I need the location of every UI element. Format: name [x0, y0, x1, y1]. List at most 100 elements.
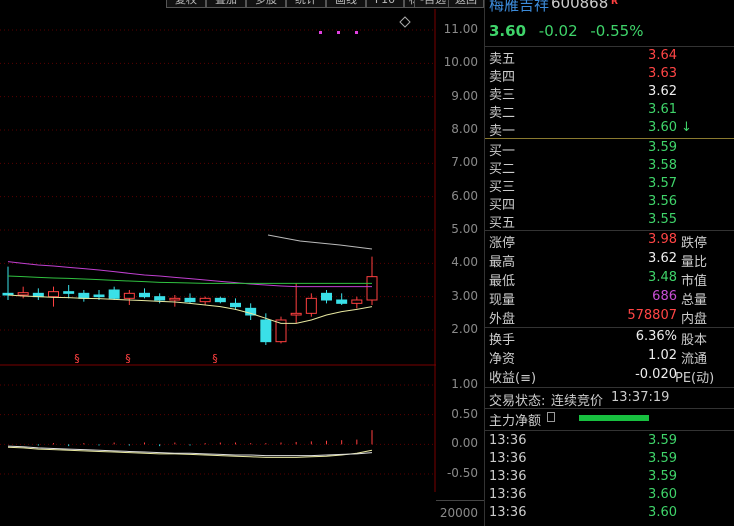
candle-body	[154, 296, 166, 301]
macd-chart[interactable]	[0, 366, 436, 492]
bid-price: 3.56	[648, 194, 677, 209]
remove-watchlist-button[interactable]: -自选	[414, 0, 452, 8]
ma-green-line	[7, 275, 372, 284]
candle-body	[260, 319, 272, 343]
tick-row: 13:36 3.60	[485, 486, 734, 504]
main-net-row[interactable]: 主力净额	[485, 409, 734, 429]
ask-row-2[interactable]: 卖二 3.61	[485, 101, 734, 121]
bid-row-3[interactable]: 买三 3.57	[485, 175, 734, 195]
limit-up-label: 涨停	[489, 236, 516, 251]
limit-down-label: 跌停	[681, 236, 708, 251]
price-change: -0.02	[538, 22, 578, 40]
ask-row-5[interactable]: 卖五 3.64	[485, 47, 734, 67]
axis-tick: 20000	[439, 506, 478, 520]
signal-dot	[319, 31, 322, 34]
ma-long-line	[267, 234, 373, 250]
fq-button[interactable]: 复权	[166, 0, 206, 8]
kline-chart[interactable]: § § §	[0, 9, 436, 366]
overlay-button[interactable]: 叠加	[206, 0, 246, 8]
candle-body	[63, 291, 75, 294]
status-label: 交易状态:	[489, 394, 546, 409]
pe-label: PE(动)	[675, 371, 715, 386]
axis-tick: 0.00	[451, 436, 478, 451]
tick-row: 13:36 3.59	[485, 468, 734, 486]
axis-tick: 5.00	[451, 222, 478, 236]
signal-dot	[355, 31, 358, 34]
ask-price: 3.60	[648, 120, 677, 135]
price-axis: 11.00 10.00 9.00 8.00 7.00 6.00 5.00 4.00 3.00 2.…	[436, 9, 484, 526]
low-row: 最低 3.48 市值	[485, 269, 734, 289]
candle-body	[366, 276, 378, 301]
ask-row-1[interactable]: 卖一 3.60 ↓	[485, 119, 734, 139]
eps-label: 收益(≡)	[489, 371, 537, 386]
tick-row: 13:36 3.59	[485, 432, 734, 450]
bid-row-1[interactable]: 买一 3.59	[485, 139, 734, 159]
axis-tick: 9.00	[451, 88, 478, 103]
candle-body	[108, 289, 120, 299]
list-icon[interactable]	[547, 412, 555, 422]
tick-time: 13:36	[489, 487, 527, 502]
bid-row-2[interactable]: 买二 3.58	[485, 157, 734, 177]
down-arrow-icon: ↓	[681, 120, 692, 135]
diamond-icon	[399, 16, 411, 28]
net-asset-row: 净资 1.02 流通	[485, 347, 734, 367]
bid-price: 3.57	[648, 176, 677, 191]
current-label: 现量	[489, 293, 516, 308]
float-label: 流通	[681, 352, 708, 367]
ask-price: 3.62	[648, 84, 677, 99]
outer-label: 外盘	[489, 312, 516, 327]
limit-row: 涨停 3.98 跌停	[485, 231, 734, 251]
multi-stock-button[interactable]: 多股	[246, 0, 286, 8]
tick-row: 13:36 3.59	[485, 450, 734, 468]
bid-row-5[interactable]: 买五 3.55	[485, 211, 734, 231]
tick-price: 3.59	[648, 433, 677, 448]
back-button[interactable]: 返回	[448, 0, 484, 8]
turnover-row: 换手 6.36% 股本	[485, 328, 734, 348]
vol-ratio-label: 量比	[681, 255, 708, 270]
stock-name[interactable]: 梅雁吉祥	[489, 0, 549, 15]
net-asset-label: 净资	[489, 352, 516, 367]
candle-body	[214, 297, 226, 303]
top-toolbar: 复权 叠加 多股 统计 画线 F10 标记 -自选 返回	[0, 0, 484, 9]
stats-button[interactable]: 统计	[286, 0, 326, 8]
candle-body	[139, 292, 150, 298]
draw-line-button[interactable]: 画线	[326, 0, 366, 8]
net-asset-value: 1.02	[648, 348, 677, 363]
trade-status: 交易状态: 连续竞价 13:37:19	[485, 389, 734, 409]
axis-tick: 3.00	[451, 288, 478, 303]
candle-body	[93, 294, 105, 298]
ask-price: 3.61	[648, 102, 677, 117]
mkt-cap-label: 市值	[681, 274, 708, 289]
main-net-bar	[579, 415, 649, 421]
stock-code: 600868	[551, 0, 609, 12]
price-line: 3.60 -0.02 -0.55%	[489, 22, 643, 40]
last-price: 3.60	[489, 22, 527, 40]
ask-price: 3.64	[648, 48, 677, 63]
tick-price: 3.59	[648, 469, 677, 484]
current-row: 现量 686 总量	[485, 288, 734, 308]
bid-label: 买五	[489, 216, 516, 231]
candle-body	[169, 297, 181, 301]
bid-price: 3.55	[648, 212, 677, 227]
low-label: 最低	[489, 274, 516, 289]
tick-price: 3.60	[648, 505, 677, 520]
f10-button[interactable]: F10	[366, 0, 404, 8]
candle-body	[184, 297, 196, 303]
candle-body	[336, 299, 348, 304]
dividend-marker: §	[212, 352, 218, 365]
high-row: 最高 3.62 量比	[485, 250, 734, 270]
bid-price: 3.59	[648, 140, 677, 155]
inner-label: 内盘	[681, 312, 708, 327]
axis-tick: 0.50	[451, 406, 478, 421]
equity-label: 股本	[681, 333, 708, 348]
ask-row-3[interactable]: 卖三 3.62	[485, 83, 734, 103]
low-value: 3.48	[648, 270, 677, 285]
ask-row-4[interactable]: 卖四 3.63	[485, 65, 734, 85]
axis-tick: 6.00	[451, 188, 478, 203]
candle-body	[17, 292, 29, 296]
tick-time: 13:36	[489, 433, 527, 448]
main-net-label: 主力净额	[489, 414, 542, 429]
candle-body	[290, 312, 302, 316]
bid-row-4[interactable]: 买四 3.56	[485, 193, 734, 213]
bid-price: 3.58	[648, 158, 677, 173]
